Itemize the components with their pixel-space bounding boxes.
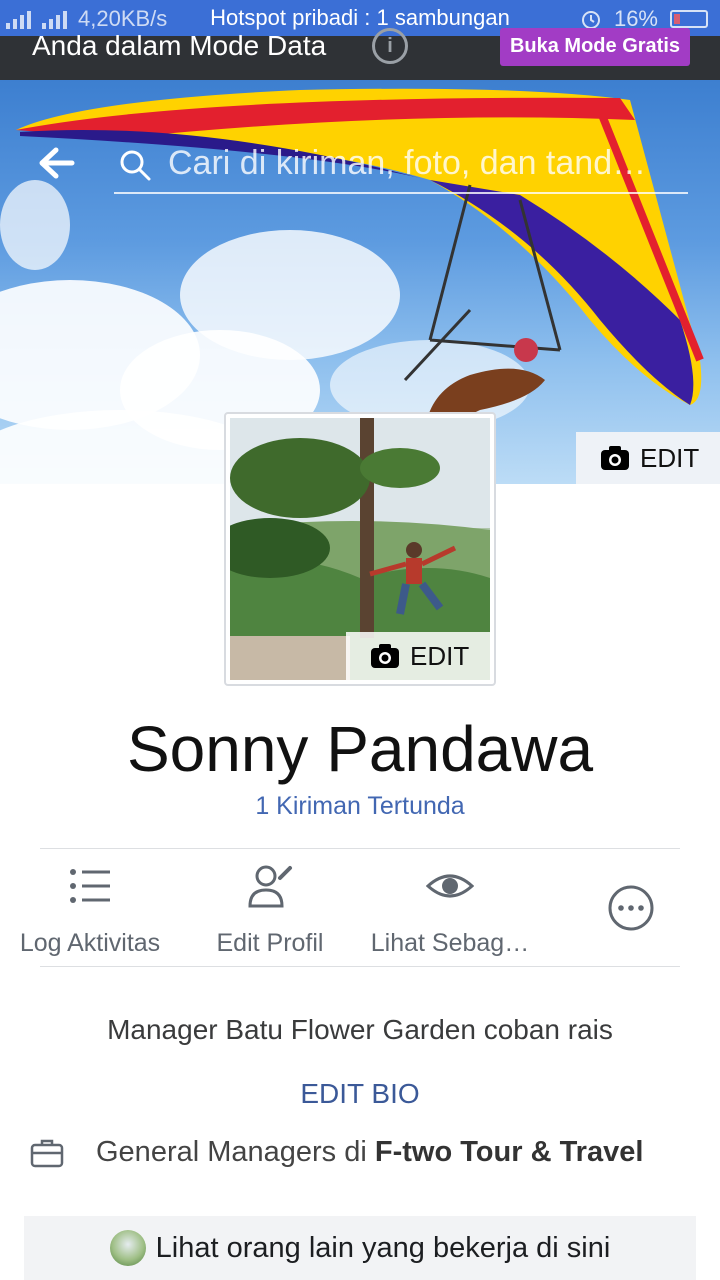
pending-posts-link[interactable]: 1 Kiriman Tertunda bbox=[0, 792, 720, 821]
edit-profile-button[interactable]: Edit Profil bbox=[200, 858, 340, 958]
activity-log-label: Log Aktivitas bbox=[19, 929, 161, 957]
edit-profile-label: Edit Profil bbox=[216, 929, 324, 957]
back-arrow-icon[interactable] bbox=[36, 146, 76, 180]
see-coworkers-label: Lihat orang lain yang bekerja di sini bbox=[155, 1231, 611, 1264]
bio-text: Manager Batu Flower Garden coban rais bbox=[107, 1014, 613, 1045]
edit-profile-picture-button[interactable]: EDIT bbox=[346, 632, 490, 680]
work-role: General Managers di bbox=[96, 1136, 375, 1168]
search-bar[interactable]: Cari di kiriman, foto, dan tand… bbox=[0, 80, 720, 210]
edit-profile-icon bbox=[248, 865, 292, 908]
work-text: General Managers di F-two Tour & Travel bbox=[96, 1134, 656, 1170]
profile-name: Sonny Pandawa bbox=[126, 713, 594, 785]
edit-cover-button[interactable]: EDIT bbox=[576, 432, 720, 484]
activity-log-button[interactable]: Log Aktivitas bbox=[10, 858, 170, 958]
work-company[interactable]: F-two Tour & Travel bbox=[375, 1136, 644, 1168]
edit-bio-button[interactable]: EDIT BIO bbox=[0, 1078, 720, 1110]
battery-icon bbox=[670, 10, 708, 28]
free-mode-button[interactable]: Buka Mode Gratis bbox=[500, 28, 690, 66]
alarm-icon bbox=[581, 11, 600, 29]
search-underline bbox=[114, 192, 688, 194]
profile-actions: Log Aktivitas Edit Profil Lihat Sebag… bbox=[0, 858, 720, 958]
data-mode-text: Anda dalam Mode Data bbox=[32, 30, 327, 61]
divider bbox=[40, 966, 680, 967]
divider bbox=[40, 848, 680, 849]
search-input[interactable]: Cari di kiriman, foto, dan tand… bbox=[168, 144, 646, 183]
edit-cover-label: EDIT bbox=[640, 442, 700, 473]
data-mode-banner: Anda dalam Mode Data i Buka Mode Gratis bbox=[0, 28, 720, 80]
search-icon bbox=[120, 150, 151, 181]
more-icon bbox=[608, 885, 654, 931]
work-info[interactable]: General Managers di F-two Tour & Travel bbox=[28, 1134, 708, 1214]
view-as-label: Lihat Sebag… bbox=[370, 929, 530, 957]
company-thumbnail bbox=[109, 1230, 146, 1266]
profile-photo: EDIT bbox=[230, 418, 490, 680]
info-icon[interactable]: i bbox=[372, 28, 408, 64]
see-coworkers-button[interactable]: Lihat orang lain yang bekerja di sini bbox=[24, 1216, 696, 1280]
camera-icon bbox=[371, 644, 399, 668]
briefcase-icon bbox=[30, 1139, 64, 1168]
eye-icon bbox=[425, 874, 475, 898]
camera-icon bbox=[601, 446, 629, 470]
view-as-button[interactable]: Lihat Sebag… bbox=[368, 858, 532, 958]
more-options-button[interactable] bbox=[596, 858, 666, 951]
list-icon bbox=[70, 869, 110, 903]
profile-picture[interactable]: EDIT bbox=[224, 412, 496, 686]
edit-profile-picture-label: EDIT bbox=[410, 640, 470, 671]
